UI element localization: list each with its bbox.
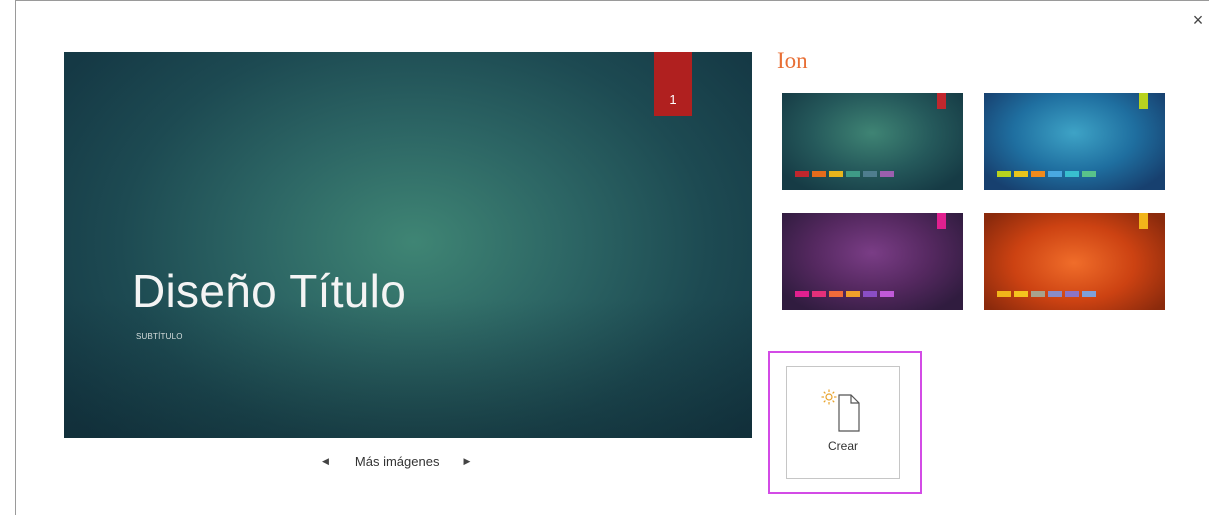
variant-color-swatches [997,291,1096,297]
color-swatch [846,171,860,177]
color-swatch [829,171,843,177]
color-swatch [1031,291,1045,297]
color-swatch [1082,291,1096,297]
previous-arrow-icon[interactable]: ◀ [318,456,333,467]
color-swatch [997,291,1011,297]
close-icon[interactable]: × [1190,11,1206,29]
color-swatch [863,291,877,297]
slide-subtitle: SUBTÍTULO [136,332,183,341]
color-swatch [1065,171,1079,177]
theme-variant-3[interactable] [782,213,963,310]
color-swatch [1048,291,1062,297]
variant-accent-tag [937,93,946,109]
variant-color-swatches [795,171,894,177]
color-swatch [880,171,894,177]
variant-accent-tag [1139,213,1148,229]
create-label: Crear [827,439,858,453]
color-swatch [997,171,1011,177]
variant-color-swatches [997,171,1096,177]
theme-variant-1[interactable] [782,93,963,190]
color-swatch [1048,171,1062,177]
variant-color-swatches [795,291,894,297]
color-swatch [1031,171,1045,177]
color-swatch [795,171,809,177]
more-images-label: Más imágenes [354,453,440,469]
theme-name: Ion [777,48,808,73]
variant-accent-tag [1139,93,1148,109]
create-button[interactable]: Crear [786,366,900,479]
color-swatch [880,291,894,297]
next-arrow-icon[interactable]: ▶ [459,456,474,467]
theme-variant-4[interactable] [984,213,1165,310]
slide-title: Diseño Título [132,265,407,317]
theme-variant-2[interactable] [984,93,1165,190]
color-swatch [1082,171,1096,177]
color-swatch [829,291,843,297]
more-images-nav: ◀ Más imágenes ▶ [318,451,474,471]
slide-preview: 1 Diseño Título SUBTÍTULO [64,52,752,438]
color-swatch [1014,291,1028,297]
color-swatch [1014,171,1028,177]
variant-accent-tag [937,213,946,229]
color-swatch [863,171,877,177]
color-swatch [812,171,826,177]
new-document-icon [821,389,860,432]
color-swatch [1065,291,1079,297]
color-swatch [812,291,826,297]
color-swatch [846,291,860,297]
color-swatch [795,291,809,297]
slide-number-badge: 1 [654,52,692,116]
